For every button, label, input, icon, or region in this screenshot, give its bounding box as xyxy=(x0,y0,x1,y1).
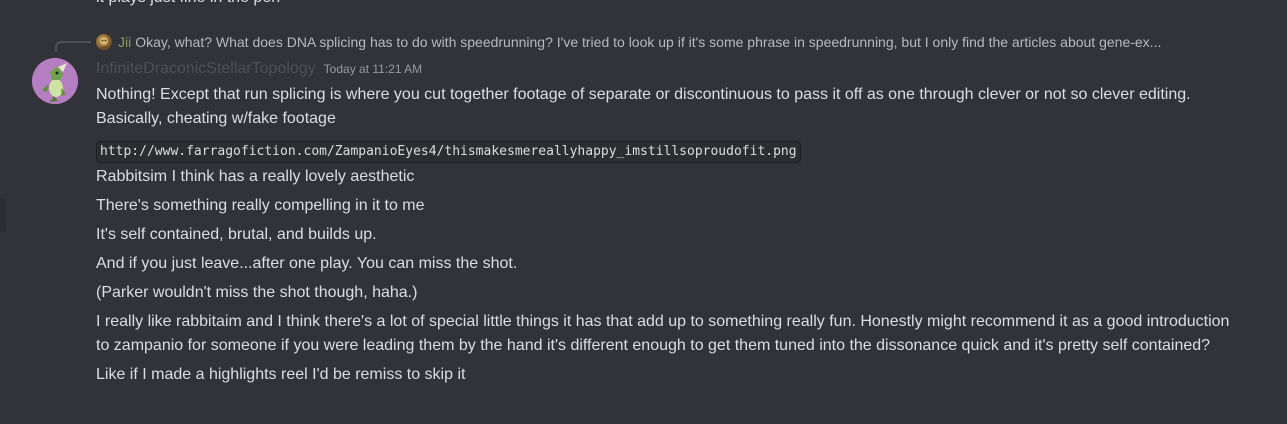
message-line: (Parker wouldn't miss the shot though, h… xyxy=(96,284,418,301)
message-body: Nothing! Except that run splicing is whe… xyxy=(96,83,1246,387)
scroll-handle[interactable] xyxy=(0,198,6,232)
inline-code-link[interactable]: http://www.farragofiction.com/ZampanioEy… xyxy=(96,141,801,163)
message-line: I really like rabbitaim and I think ther… xyxy=(96,313,1230,354)
previous-message-text: it plays just fine in the pen xyxy=(96,0,280,8)
dragon-avatar-icon[interactable] xyxy=(32,58,78,104)
message-line: There's something really compelling in i… xyxy=(96,197,425,214)
reply-reference[interactable]: Jii Okay, what? What does DNA splicing h… xyxy=(96,33,1276,51)
message-line: Like if I made a highlights reel I'd be … xyxy=(96,366,466,383)
reply-author-name[interactable]: Jii xyxy=(118,34,131,50)
reply-connector xyxy=(55,41,91,52)
timestamp[interactable]: Today at 11:21 AM xyxy=(324,62,423,76)
user-avatar-icon[interactable] xyxy=(96,34,112,50)
message-line: It's self contained, brutal, and builds … xyxy=(96,226,377,243)
username[interactable]: InfiniteDraconicStellarTopology xyxy=(96,60,316,78)
reply-preview-text[interactable]: Okay, what? What does DNA splicing has t… xyxy=(135,34,1161,50)
chat-pane: it plays just fine in the pen Jii Okay, … xyxy=(0,0,1287,424)
code-block: http://www.farragofiction.com/ZampanioEy… xyxy=(96,141,1246,163)
message-line: And if you just leave...after one play. … xyxy=(96,255,518,272)
message-line: Rabbitsim I think has a really lovely ae… xyxy=(96,168,415,185)
message-line: Nothing! Except that run splicing is whe… xyxy=(96,86,1191,127)
message-header: InfiniteDraconicStellarTopology Today at… xyxy=(96,60,422,78)
